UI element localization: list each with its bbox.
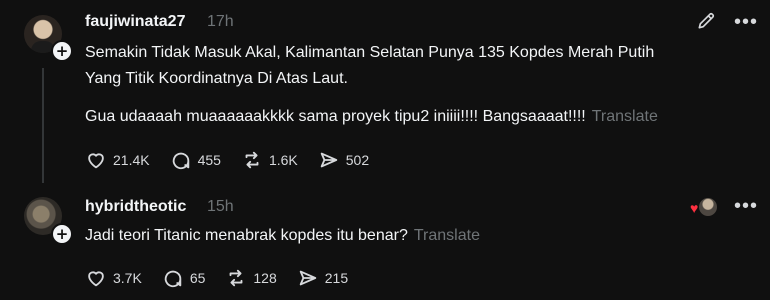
post-text-line: Jadi teori Titanic menabrak kopdes itu b… <box>85 227 408 244</box>
reply-count: 455 <box>197 152 221 168</box>
translate-link[interactable]: Translate <box>592 108 658 125</box>
share-count: 215 <box>324 270 349 286</box>
share-icon <box>320 152 338 168</box>
repost-count: 1.6K <box>268 152 298 168</box>
reply-count: 65 <box>189 270 206 286</box>
edit-icon[interactable] <box>696 11 716 31</box>
reply-button[interactable]: 455 <box>170 149 221 171</box>
like-button[interactable]: 21.4K <box>85 149 150 171</box>
action-bar: 3.7K 65 128 215 <box>85 267 368 289</box>
like-button[interactable]: 3.7K <box>85 267 142 289</box>
share-button[interactable]: 215 <box>297 267 348 289</box>
more-options-icon[interactable]: ••• <box>734 11 758 34</box>
liked-by-avatars[interactable]: ♥ <box>690 197 718 217</box>
post-time[interactable]: 15h <box>207 198 234 216</box>
like-count: 3.7K <box>113 270 142 286</box>
follow-button[interactable]: + <box>51 223 73 245</box>
username[interactable]: hybridtheotic <box>85 198 186 216</box>
action-bar: 21.4K 455 1.6K 502 <box>85 149 389 171</box>
post-text-line: Yang Titik Koordinatnya Di Atas Laut. <box>85 70 348 87</box>
repost-icon <box>229 269 243 287</box>
share-icon <box>299 270 316 286</box>
share-count: 502 <box>345 152 370 168</box>
post-time[interactable]: 17h <box>207 13 234 31</box>
avatar <box>698 197 718 217</box>
post-text-line: Semakin Tidak Masuk Akal, Kalimantan Sel… <box>85 44 655 61</box>
repost-icon <box>245 151 259 169</box>
heart-icon <box>88 153 104 169</box>
repost-button[interactable]: 1.6K <box>241 149 298 171</box>
repost-count: 128 <box>253 270 277 286</box>
follow-button[interactable]: + <box>51 40 73 62</box>
post-text-line: Gua udaaaah muaaaaaakkkk sama proyek tip… <box>85 108 586 125</box>
reply-icon <box>164 270 182 288</box>
heart-icon <box>88 271 104 287</box>
reply-button[interactable]: 65 <box>162 267 206 289</box>
reply-icon <box>172 152 189 170</box>
post-text-paragraph: Jadi teori Titanic menabrak kopdes itu b… <box>85 223 480 249</box>
thread-connector-line <box>42 68 44 183</box>
username[interactable]: faujiwinata27 <box>85 13 185 31</box>
translate-link[interactable]: Translate <box>414 227 480 244</box>
post-text-paragraph: Gua udaaaah muaaaaaakkkk sama proyek tip… <box>85 104 658 130</box>
like-count: 21.4K <box>113 152 150 168</box>
more-options-icon[interactable]: ••• <box>734 195 758 218</box>
repost-button[interactable]: 128 <box>225 267 277 289</box>
share-button[interactable]: 502 <box>318 149 369 171</box>
